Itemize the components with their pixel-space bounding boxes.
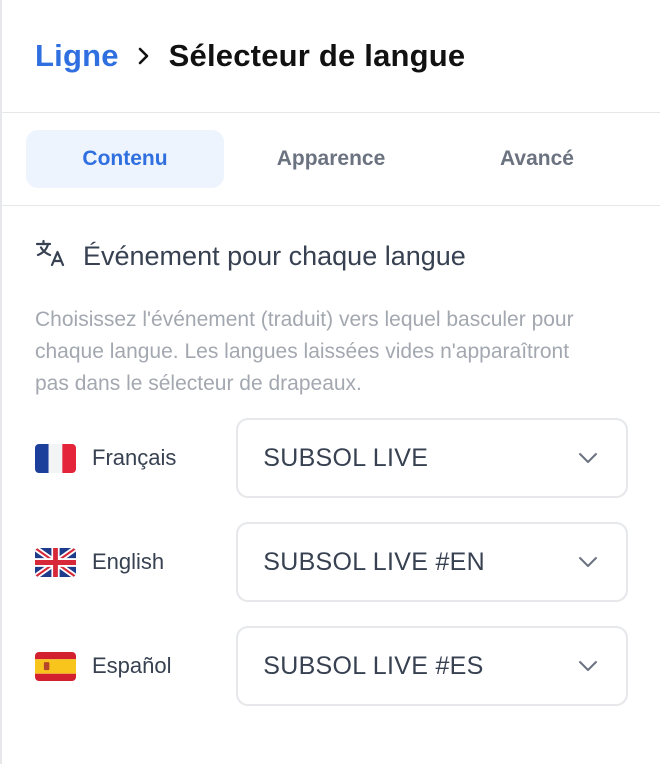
section-description: Choisissez l'événement (traduit) vers le…	[35, 308, 574, 395]
flag-france-icon	[35, 443, 76, 473]
event-select-espanol[interactable]: SUBSOL LIVE #ES	[236, 626, 628, 706]
section-header: Événement pour chaque langue	[35, 236, 628, 276]
chevron-down-icon	[578, 452, 598, 464]
tab-bar: Contenu Apparence Avancé	[2, 113, 660, 206]
language-label: English	[92, 549, 165, 574]
breadcrumb-parent-link[interactable]: Ligne	[35, 38, 119, 74]
section-title: Événement pour chaque langue	[83, 240, 466, 271]
language-events-section: Événement pour chaque langue Choisissez …	[2, 206, 660, 706]
language-row-francais: Français SUBSOL LIVE	[35, 418, 628, 498]
select-value: SUBSOL LIVE	[263, 443, 429, 472]
tab-avance[interactable]: Avancé	[438, 130, 636, 188]
language-row-english: English SUBSOL LIVE #EN	[35, 522, 628, 602]
tab-contenu[interactable]: Contenu	[26, 130, 224, 188]
language-label-group: Español	[35, 651, 236, 681]
page-title: Sélecteur de langue	[168, 38, 466, 73]
language-selector-panel: Ligne Sélecteur de langue Contenu Appare…	[0, 0, 660, 764]
language-list: Français SUBSOL LIVE English SUBSOL LIVE…	[35, 418, 628, 706]
chevron-down-icon	[578, 556, 598, 568]
language-label-group: English	[35, 547, 236, 577]
language-row-espanol: Español SUBSOL LIVE #ES	[35, 626, 628, 706]
event-select-francais[interactable]: SUBSOL LIVE	[236, 418, 628, 498]
select-value: SUBSOL LIVE #EN	[263, 547, 485, 576]
tab-apparence[interactable]: Apparence	[232, 130, 430, 188]
select-value: SUBSOL LIVE #ES	[263, 651, 484, 680]
language-label: Español	[92, 653, 172, 678]
event-select-english[interactable]: SUBSOL LIVE #EN	[236, 522, 628, 602]
chevron-down-icon	[578, 660, 598, 672]
language-label-group: Français	[35, 443, 236, 473]
flag-spain-icon	[35, 651, 76, 681]
language-label: Français	[92, 445, 177, 470]
breadcrumb: Ligne Sélecteur de langue	[2, 0, 660, 113]
translate-icon	[35, 238, 67, 275]
flag-uk-icon	[35, 547, 76, 577]
chevron-right-icon	[137, 46, 151, 66]
